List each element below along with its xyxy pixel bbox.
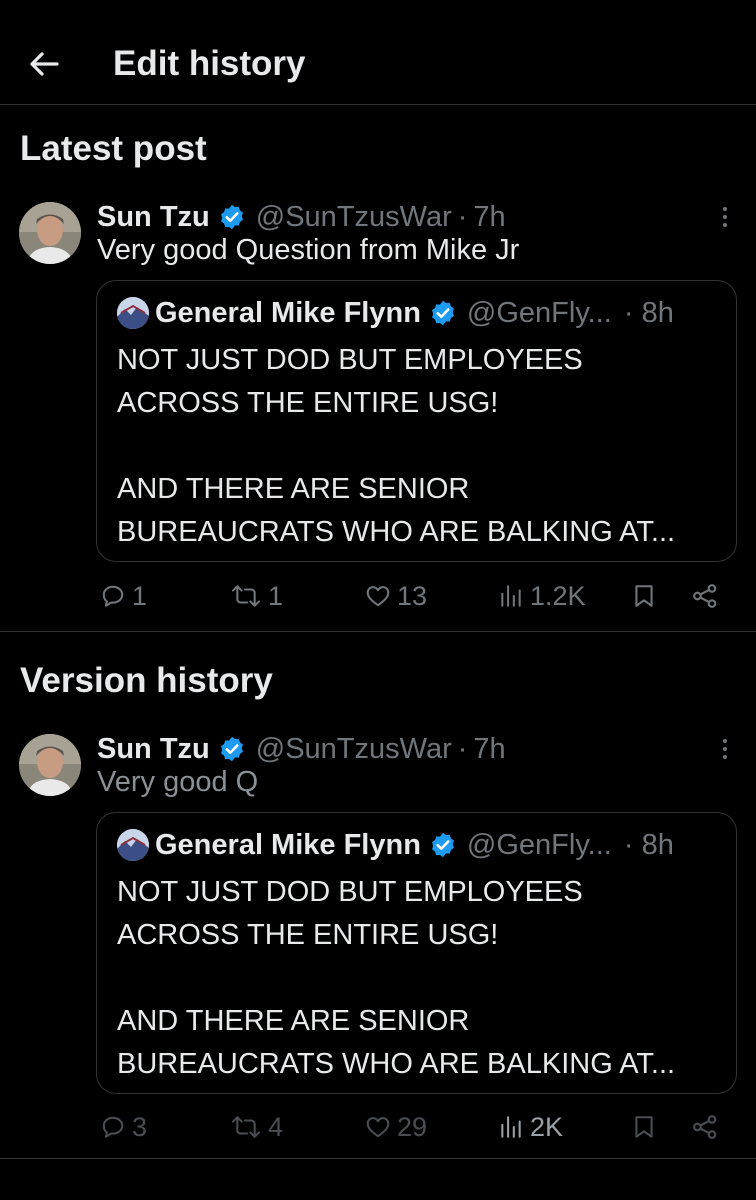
post-time[interactable]: 7h — [473, 201, 505, 234]
more-options-button[interactable] — [710, 734, 740, 764]
views-button[interactable]: 1.2K — [498, 576, 586, 616]
bookmark-icon — [635, 1116, 653, 1138]
verified-badge-icon — [218, 203, 246, 231]
repost-button[interactable]: 1 — [230, 576, 283, 616]
share-button[interactable] — [691, 576, 725, 616]
post-author-row: Sun Tzu @SunTzusWar · 7h — [97, 197, 506, 237]
quote-body: NOT JUST DOD BUT EMPLOYEES ACROSS THE EN… — [117, 871, 727, 1086]
verified-badge-icon — [429, 299, 457, 327]
verified-badge-icon — [218, 735, 246, 763]
avatar[interactable] — [19, 202, 81, 264]
reply-icon — [102, 1116, 124, 1138]
post-text: Very good Q — [97, 766, 259, 798]
author-handle[interactable]: @SunTzusWar — [256, 201, 452, 234]
section-divider — [0, 631, 756, 632]
quote-avatar — [117, 829, 149, 861]
more-options-button[interactable] — [710, 202, 740, 232]
repost-icon — [231, 585, 261, 607]
heart-icon — [366, 1117, 390, 1138]
reply-icon — [102, 585, 124, 607]
arrow-left-icon — [30, 52, 59, 76]
reply-button[interactable]: 1 — [100, 576, 147, 616]
quoted-post[interactable]: General Mike Flynn @GenFly... · 8h NOT J… — [96, 280, 737, 562]
like-count: 29 — [397, 1111, 428, 1142]
back-button[interactable] — [22, 42, 66, 86]
author-name[interactable]: Sun Tzu — [97, 733, 210, 766]
reply-count: 1 — [132, 580, 148, 611]
views-icon — [501, 585, 521, 607]
repost-button[interactable]: 4 — [230, 1107, 283, 1147]
heart-icon — [366, 586, 390, 607]
quote-body: NOT JUST DOD BUT EMPLOYEES ACROSS THE EN… — [117, 339, 727, 554]
quote-author-handle: @GenFly... — [466, 828, 612, 861]
verified-badge-icon — [429, 831, 457, 859]
separator-dot: · — [457, 200, 468, 233]
like-button[interactable]: 13 — [365, 576, 427, 616]
quote-author-row: General Mike Flynn @GenFly... · 8h — [117, 295, 674, 331]
views-count: 2K — [530, 1111, 564, 1142]
quote-time: · 8h — [623, 296, 674, 329]
avatar-image — [19, 734, 81, 796]
like-count: 13 — [397, 580, 428, 611]
views-button[interactable]: 2K — [498, 1107, 563, 1147]
post-author-row: Sun Tzu @SunTzusWar · 7h — [97, 729, 506, 769]
repost-icon — [231, 1116, 261, 1138]
quote-paragraph: AND THERE ARE SENIOR BUREAUCRATS WHO ARE… — [117, 473, 676, 548]
post-time[interactable]: 7h — [473, 733, 505, 766]
quote-author-row: General Mike Flynn @GenFly... · 8h — [117, 827, 674, 863]
post-text: Very good Question from Mike Jr — [97, 234, 520, 266]
quote-paragraph: NOT JUST DOD BUT EMPLOYEES ACROSS THE EN… — [117, 344, 583, 419]
quote-author-name: General Mike Flynn — [155, 828, 421, 861]
share-icon — [693, 584, 717, 608]
author-handle[interactable]: @SunTzusWar — [256, 733, 452, 766]
more-vertical-icon — [723, 739, 727, 759]
quote-author-handle: @GenFly... — [466, 296, 612, 329]
author-name[interactable]: Sun Tzu — [97, 201, 210, 234]
bookmark-button[interactable] — [632, 1107, 662, 1147]
share-button[interactable] — [691, 1107, 725, 1147]
views-count: 1.2K — [530, 580, 586, 611]
page-title: Edit history — [113, 44, 306, 83]
reply-count: 3 — [132, 1111, 148, 1142]
repost-count: 1 — [268, 580, 284, 611]
version-history-heading: Version history — [20, 661, 273, 700]
share-icon — [693, 1115, 717, 1139]
bookmark-button[interactable] — [632, 576, 662, 616]
quote-author-name: General Mike Flynn — [155, 296, 421, 329]
top-bar: Edit history — [0, 0, 756, 105]
avatar[interactable] — [19, 734, 81, 796]
section-divider — [0, 1158, 756, 1159]
more-vertical-icon — [723, 207, 727, 227]
post-actions: 1 1 13 1.2K — [0, 576, 756, 616]
quote-time: · 8h — [623, 828, 674, 861]
separator-dot: · — [457, 732, 468, 765]
quote-paragraph: AND THERE ARE SENIOR BUREAUCRATS WHO ARE… — [117, 1005, 676, 1080]
views-icon — [501, 1116, 521, 1138]
quote-paragraph: NOT JUST DOD BUT EMPLOYEES ACROSS THE EN… — [117, 876, 583, 951]
like-button[interactable]: 29 — [365, 1107, 427, 1147]
repost-count: 4 — [268, 1111, 284, 1142]
quote-avatar — [117, 297, 149, 329]
bookmark-icon — [635, 585, 653, 607]
avatar-image — [19, 202, 81, 264]
latest-post-heading: Latest post — [20, 129, 207, 168]
reply-button[interactable]: 3 — [100, 1107, 147, 1147]
post-actions: 3 4 29 2K — [0, 1107, 756, 1147]
quoted-post[interactable]: General Mike Flynn @GenFly... · 8h NOT J… — [96, 812, 737, 1094]
